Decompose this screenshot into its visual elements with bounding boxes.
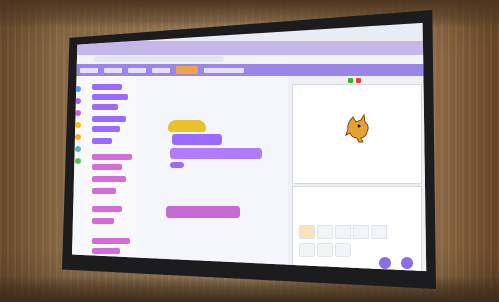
sprite-thumbnail [335,225,351,239]
category-dot [75,110,81,116]
category-dot [75,122,81,128]
palette-block [92,248,120,254]
palette-block [92,238,130,244]
palette-block [92,206,122,212]
sprite-thumbnail [299,243,315,257]
category-dot [75,158,81,164]
sprite-thumbnail [371,225,387,239]
stop-icon [356,78,361,83]
green-flag-icon [348,78,353,83]
sprite-thumbnail [317,243,333,257]
palette-block [92,176,126,182]
stage [292,84,422,184]
code-workspace [136,76,288,272]
palette-block [92,164,122,170]
palette-block [92,138,112,144]
scratch-menu-bar [72,64,427,76]
block-palette [84,76,137,272]
editor-main-area [72,76,427,272]
menu-item [204,67,244,73]
code-block [172,134,222,145]
hat-block [168,120,206,132]
palette-block [92,154,132,160]
category-dot [75,146,81,152]
palette-block [92,218,114,224]
palette-block [92,126,120,132]
palette-block [92,116,126,122]
palette-block [92,94,128,100]
menu-item [104,67,122,73]
stage-controls [292,76,420,84]
sprite-thumbnail [317,225,333,239]
menu-item [128,67,146,73]
palette-block [92,188,116,194]
code-block [166,206,240,218]
stage-column [288,76,427,272]
sprite-pane [292,186,422,272]
menu-item [152,67,170,73]
code-block [170,148,262,159]
orange-menu-button [176,66,198,74]
sprite-thumbnail [335,243,351,257]
add-backdrop-icon [401,257,413,269]
palette-block [92,104,118,110]
code-block [170,162,184,168]
category-dot [75,134,81,140]
add-sprite-icon [379,257,391,269]
menu-item [80,67,98,73]
url-field [94,56,224,62]
palette-block [92,84,122,90]
cat-sprite-icon [345,113,369,143]
projected-scratch-editor [72,22,427,272]
browser-tab-strip [72,41,427,55]
sprite-thumbnail [353,225,369,239]
sprite-thumbnail [299,225,315,239]
